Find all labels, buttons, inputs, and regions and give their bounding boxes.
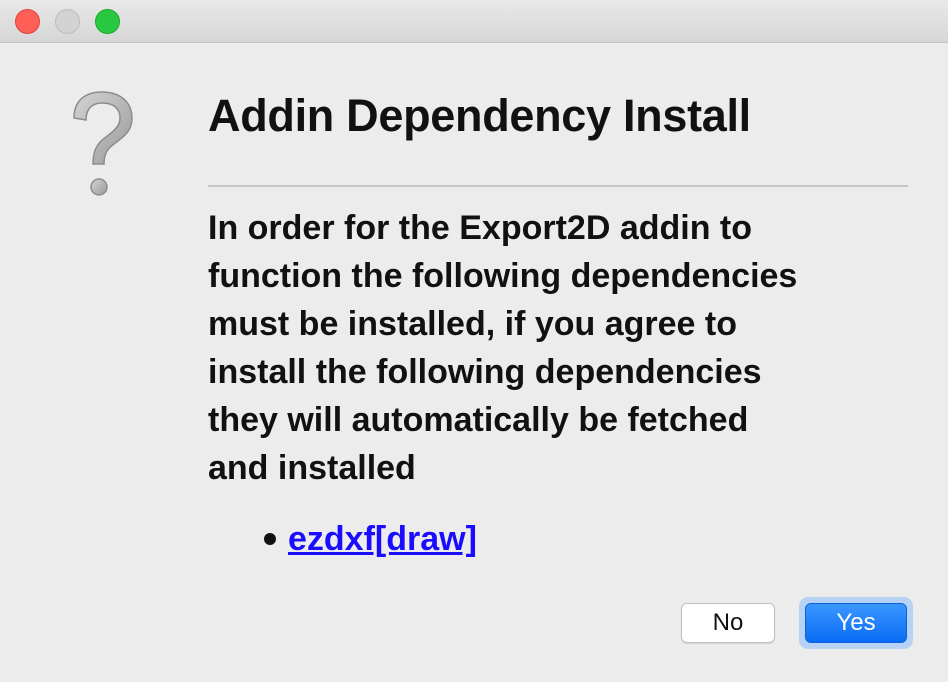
- dependency-list: ezdxf[draw]: [264, 515, 477, 563]
- message-line: In order for the Export2D addin to: [208, 209, 753, 247]
- title-divider: [208, 185, 908, 187]
- message-line: install the following dependencies: [208, 353, 762, 391]
- message-line: must be installed, if you agree to: [208, 305, 737, 343]
- dialog-window: Addin Dependency Install In order for th…: [0, 0, 948, 682]
- message-line: they will automatically be fetched: [208, 401, 749, 439]
- no-button[interactable]: No: [681, 603, 775, 643]
- close-window-button[interactable]: [15, 9, 40, 34]
- maximize-window-button[interactable]: [95, 9, 120, 34]
- yes-button[interactable]: Yes: [805, 603, 907, 643]
- message-line: and installed: [208, 449, 416, 487]
- dependency-link[interactable]: ezdxf[draw]: [288, 515, 477, 563]
- dialog-title: Addin Dependency Install: [208, 90, 751, 141]
- dependency-list-item: ezdxf[draw]: [264, 515, 477, 563]
- dialog-message: In order for the Export2D addin to funct…: [208, 204, 908, 492]
- title-bar[interactable]: [0, 0, 948, 43]
- bullet-icon: [264, 533, 276, 545]
- message-line: function the following dependencies: [208, 257, 798, 295]
- question-mark-icon: [73, 91, 133, 196]
- minimize-window-button[interactable]: [55, 9, 80, 34]
